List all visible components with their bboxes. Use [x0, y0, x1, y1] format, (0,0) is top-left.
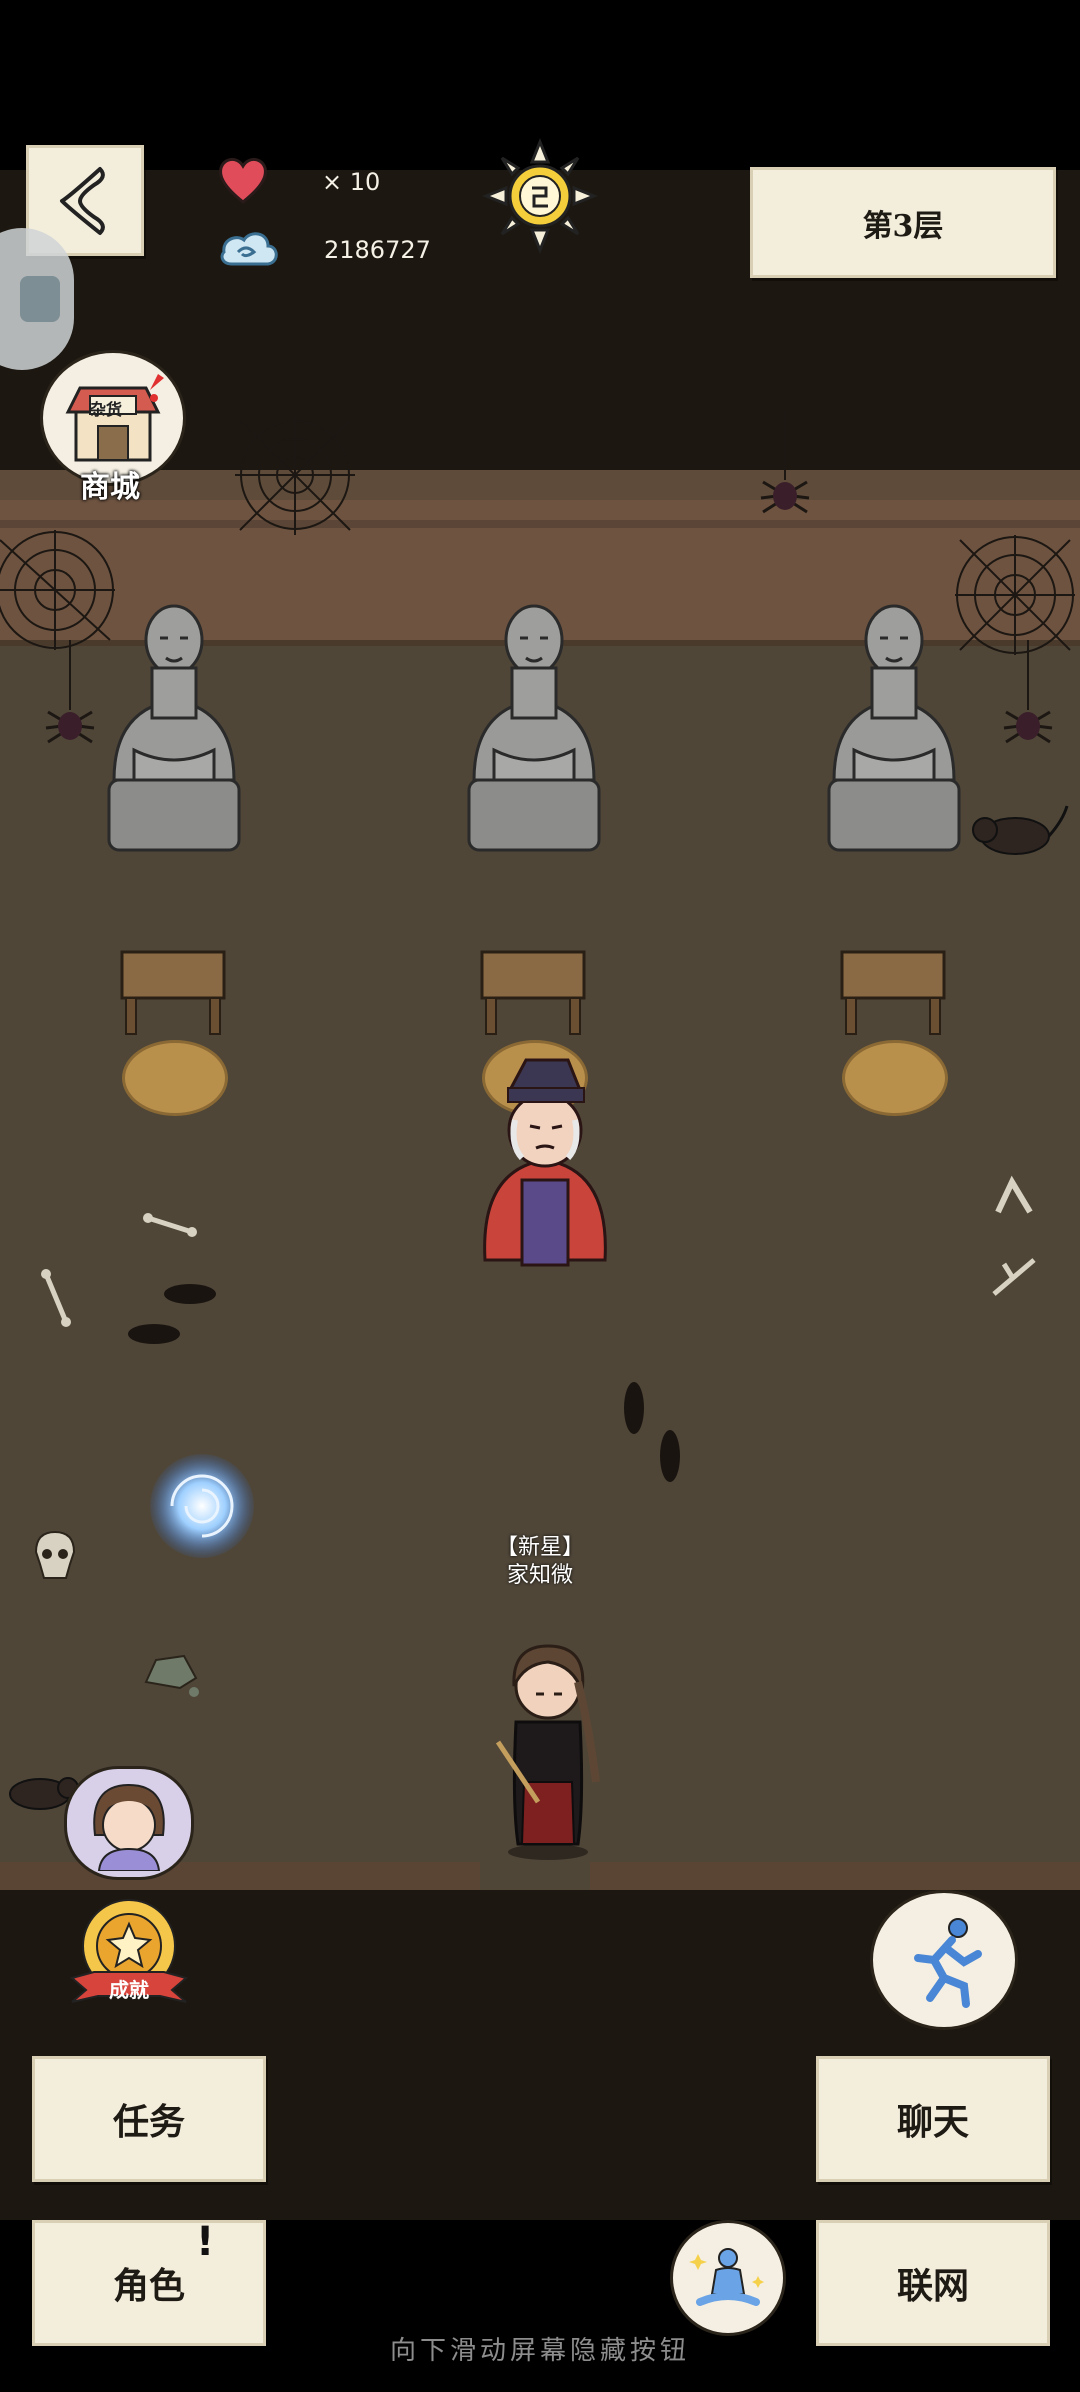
player-character[interactable] — [478, 1632, 618, 1862]
buddha-statue[interactable] — [94, 580, 254, 860]
low-table — [840, 950, 946, 1035]
lives-count: × 10 — [322, 168, 381, 196]
character-button-label: 角色 — [112, 2265, 185, 2307]
spider-icon — [1003, 640, 1053, 744]
assist-icon — [20, 276, 60, 322]
player-title: 【新星】 — [495, 1535, 584, 1560]
bone-icon — [992, 1258, 1036, 1296]
rock-icon — [144, 1654, 199, 1697]
buddha-statue[interactable] — [814, 580, 974, 860]
footprints-icon — [128, 1284, 216, 1344]
npc-elder-official[interactable] — [460, 1050, 630, 1275]
bone-icon — [995, 1175, 1033, 1214]
meditation-cushion — [842, 1040, 948, 1116]
player-name: 家知微 — [506, 1563, 573, 1588]
footprints-icon — [624, 1382, 680, 1482]
companion-portrait — [93, 1783, 165, 1871]
meditation-cushion — [122, 1040, 228, 1116]
bone-icon — [143, 1213, 197, 1237]
heart-icon — [215, 152, 271, 208]
room-bottom-wall-left — [0, 1862, 480, 1890]
shop-sign-text: 杂货 — [89, 400, 122, 419]
low-table — [120, 950, 226, 1035]
low-table — [480, 950, 586, 1035]
room-wall-stripe — [0, 520, 1080, 528]
cobweb-icon — [235, 415, 355, 535]
bone-icon — [41, 1269, 71, 1327]
shop-label: 商城 — [80, 470, 140, 505]
spider-icon — [45, 640, 95, 744]
skull-icon — [34, 1530, 76, 1579]
rat-icon — [972, 805, 1069, 855]
companion-avatar[interactable] — [64, 1766, 194, 1880]
task-button[interactable]: 任务 — [32, 2056, 266, 2182]
spirit-count: 2186727 — [324, 236, 431, 264]
floating-assist-button[interactable] — [0, 228, 74, 370]
chat-button[interactable]: 聊天 — [816, 2056, 1050, 2182]
daytime-sun-icon[interactable] — [481, 137, 599, 255]
room-bottom-wall-right — [590, 1862, 1080, 1890]
notification-exclamation-icon: ! — [196, 2219, 215, 2265]
buddha-statue[interactable] — [454, 580, 614, 860]
meditation-figure-icon — [689, 2248, 764, 2306]
network-button[interactable]: 联网 — [816, 2220, 1050, 2346]
back-arrow-icon — [60, 166, 105, 235]
floor-level-label: 第3层 — [750, 167, 1056, 278]
meditate-button[interactable] — [670, 2220, 786, 2336]
sprint-button[interactable] — [870, 1890, 1018, 2030]
portal-vortex[interactable] — [146, 1450, 258, 1562]
swipe-hint-text: 向下滑动屏幕隐藏按钮 — [389, 2336, 690, 2366]
achievement-label: 成就 — [109, 1978, 149, 2002]
running-figure-icon — [914, 1918, 982, 2008]
spirit-cloud-icon — [216, 222, 282, 278]
character-button[interactable]: 角色 — [32, 2220, 266, 2346]
spider-icon — [760, 410, 810, 514]
